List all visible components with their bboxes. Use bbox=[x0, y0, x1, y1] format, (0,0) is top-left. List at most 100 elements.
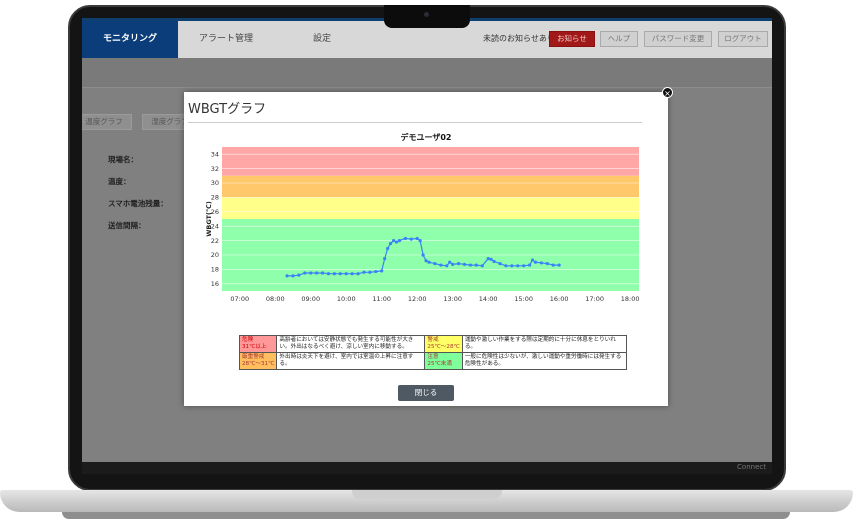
data-point bbox=[468, 263, 473, 267]
interval-label: 送信間隔： bbox=[108, 221, 146, 230]
chin-label: Connect bbox=[737, 463, 766, 471]
data-point bbox=[551, 263, 555, 267]
x-tick-label: 12:00 bbox=[408, 295, 427, 303]
x-tick-label: 11:00 bbox=[372, 295, 391, 303]
x-tick-label: 08:00 bbox=[266, 295, 285, 303]
battery-label: スマホ電池残量： bbox=[108, 199, 168, 208]
data-point bbox=[388, 241, 393, 246]
data-point bbox=[383, 257, 387, 261]
data-point bbox=[445, 264, 449, 268]
data-point bbox=[424, 259, 428, 263]
site-name-label: 現場名： bbox=[108, 155, 138, 164]
tab-temperature-graph[interactable]: 温度グラフ bbox=[82, 114, 132, 130]
data-point bbox=[539, 261, 544, 265]
data-point bbox=[533, 260, 538, 264]
x-tick-label: 18:00 bbox=[621, 295, 640, 303]
y-tick-label: 18 bbox=[211, 266, 219, 274]
data-point bbox=[462, 262, 467, 266]
data-point bbox=[516, 264, 520, 268]
risk-band-1 bbox=[222, 197, 639, 219]
data-point bbox=[504, 264, 508, 268]
data-point bbox=[486, 257, 490, 261]
legend-attention-text: 一般に危険性は少ないが、激しい運動や重労働時には発生する危険性がある。 bbox=[461, 352, 627, 370]
tab-settings[interactable]: 設定 bbox=[274, 21, 370, 58]
data-point bbox=[433, 262, 437, 266]
data-point bbox=[303, 271, 307, 275]
data-point bbox=[368, 270, 372, 274]
wbgt-graph-modal: WBGTグラフ デモユーザ02 16 18 20 22 24 26 28 30 32 34 07:0… bbox=[184, 92, 668, 406]
data-point bbox=[492, 259, 496, 264]
data-point bbox=[474, 263, 478, 267]
screen-chin: Connect bbox=[82, 462, 772, 474]
legend-severe-range: 28℃～31℃ bbox=[242, 361, 275, 367]
wbgt-chart: 1618202224262830323407:00 08:00 09:00 10:00… bbox=[205, 147, 640, 303]
data-point bbox=[344, 272, 348, 276]
data-point bbox=[356, 272, 360, 276]
legend-danger-range: 31℃以上 bbox=[242, 344, 267, 350]
x-tick-label: 09:00 bbox=[301, 295, 320, 303]
help-button[interactable]: ヘルプ bbox=[600, 31, 638, 47]
legend-caution-text: 運動や激しい作業をする際は定期的に十分に休息をとりいれる。 bbox=[461, 335, 627, 353]
notifications-button[interactable]: お知らせ bbox=[549, 31, 595, 47]
data-point bbox=[439, 263, 443, 267]
y-tick-label: 32 bbox=[211, 165, 219, 173]
data-point bbox=[315, 271, 319, 275]
data-point bbox=[418, 239, 422, 243]
laptop-feet bbox=[62, 512, 790, 519]
y-tick-label: 30 bbox=[211, 179, 219, 187]
tab-alert-management[interactable]: アラート管理 bbox=[178, 21, 274, 58]
x-tick-label: 07:00 bbox=[230, 295, 249, 303]
data-point bbox=[291, 274, 295, 278]
legend-severe-level: 厳重警戒 28℃～31℃ bbox=[238, 352, 278, 370]
close-icon[interactable]: × bbox=[662, 87, 673, 98]
y-tick-label: 16 bbox=[211, 280, 219, 288]
legend-attention-range: 25℃未満 bbox=[427, 361, 452, 367]
logout-button[interactable]: ログアウト bbox=[718, 31, 768, 47]
y-axis-label: WBGT(℃) bbox=[205, 201, 213, 237]
legend-attention-level: 注意 25℃未満 bbox=[424, 352, 463, 370]
data-point bbox=[326, 272, 331, 276]
data-point bbox=[427, 260, 431, 264]
legend-caution-level: 警戒 25℃～28℃ bbox=[424, 335, 463, 353]
data-point bbox=[489, 257, 493, 261]
data-point bbox=[527, 263, 532, 267]
unread-notice: 未読のお知らせあり bbox=[483, 34, 555, 43]
camera-icon bbox=[424, 12, 429, 17]
x-tick-label: 16:00 bbox=[550, 295, 569, 303]
legend-caution-range: 25℃～28℃ bbox=[427, 344, 460, 350]
risk-band-2 bbox=[222, 175, 639, 198]
data-point bbox=[451, 262, 455, 266]
password-change-button[interactable]: パスワード変更 bbox=[644, 31, 712, 47]
x-tick-label: 15:00 bbox=[514, 295, 533, 303]
legend-danger-text: 高齢者においては安静状態でも発生する可能性が大きい。外出はなるべく避け、涼しい室… bbox=[276, 335, 426, 353]
legend-danger-name: 危険 bbox=[242, 337, 254, 343]
data-point bbox=[480, 264, 484, 268]
legend-severe-name: 厳重警戒 bbox=[242, 354, 265, 360]
data-point bbox=[522, 264, 526, 268]
risk-band-3 bbox=[222, 147, 639, 176]
data-point bbox=[320, 271, 325, 275]
data-point bbox=[397, 239, 402, 243]
close-button[interactable]: 閉じる bbox=[398, 385, 454, 401]
temperature-label: 温度： bbox=[108, 177, 131, 186]
data-point bbox=[309, 271, 313, 275]
data-point bbox=[350, 272, 354, 276]
x-tick-label: 13:00 bbox=[443, 295, 462, 303]
data-point bbox=[421, 253, 425, 257]
data-point bbox=[362, 270, 366, 274]
legend-caution-name: 警戒 bbox=[427, 337, 439, 343]
data-point bbox=[456, 262, 461, 266]
data-point bbox=[386, 246, 390, 251]
legend-severe-text: 外出時は炎天下を避け、室内では室温の上昇に注意する。 bbox=[276, 352, 426, 370]
data-point bbox=[297, 273, 301, 277]
tab-monitoring[interactable]: モニタリング bbox=[82, 21, 178, 58]
data-point bbox=[403, 236, 407, 241]
data-point bbox=[545, 262, 549, 266]
data-point bbox=[380, 269, 384, 273]
data-point bbox=[394, 240, 399, 244]
legend-danger-level: 危険 31℃以上 bbox=[238, 335, 278, 353]
laptop-hinge bbox=[352, 490, 502, 499]
data-point bbox=[338, 272, 342, 276]
x-tick-label: 10:00 bbox=[337, 295, 356, 303]
data-point bbox=[285, 274, 289, 278]
